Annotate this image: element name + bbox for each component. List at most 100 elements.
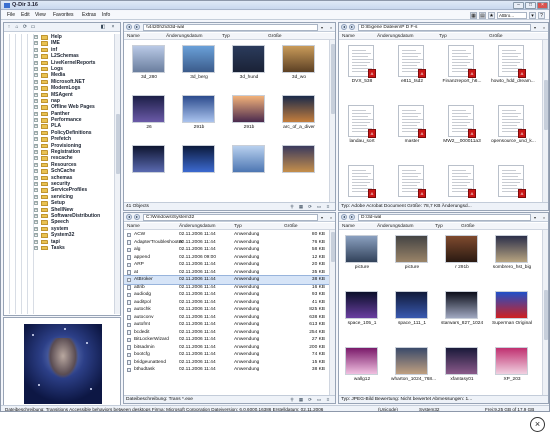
tree-drive-icon[interactable]: ▭ (30, 24, 36, 30)
expand-icon[interactable]: + (34, 143, 38, 148)
tree-item[interactable]: + Tasks (4, 245, 120, 251)
expand-icon[interactable]: + (34, 35, 38, 39)
folder-icon[interactable]: ▭ (316, 397, 322, 403)
expand-icon[interactable]: + (34, 54, 38, 59)
table-row[interactable]: append 02.11.2006 09:00 Anwendung 12 KB (124, 254, 335, 262)
favorites-icon[interactable]: ★ (488, 12, 495, 19)
back-icon[interactable]: ◂ (341, 24, 347, 30)
menu-extras[interactable]: Extras (82, 12, 96, 18)
expand-icon[interactable]: + (34, 169, 38, 174)
pane2-close-icon[interactable]: × (541, 24, 547, 31)
pane3-scroll-thumb[interactable] (331, 232, 335, 262)
tree-scroll-thumb[interactable] (116, 114, 120, 174)
table-row[interactable]: AtBroker 02.11.2006 11:44 Anwendung 38 KB (124, 275, 335, 285)
refresh-icon[interactable]: ⟳ (307, 204, 313, 210)
expand-icon[interactable]: + (34, 66, 38, 71)
menu-icon[interactable]: ≡ (325, 204, 331, 210)
table-row[interactable]: autofmt 02.11.2006 11:44 Anwendung 613 KB (124, 321, 335, 329)
expand-icon[interactable]: + (34, 188, 38, 193)
pane3-close-icon[interactable]: × (328, 214, 334, 221)
menu-info[interactable]: Info (102, 12, 110, 18)
expand-icon[interactable]: + (34, 79, 38, 84)
menu-edit[interactable]: Edit (21, 12, 30, 18)
refresh-icon[interactable]: ⟳ (307, 397, 313, 403)
table-row[interactable]: bridgeunattend 02.11.2006 11:44 Anwendung 1… (124, 359, 335, 367)
expand-icon[interactable]: + (34, 194, 38, 199)
folder-icon[interactable]: ▭ (316, 204, 322, 210)
pane2-dropdown-icon[interactable]: ▾ (532, 24, 538, 31)
forward-icon[interactable]: ▸ (134, 214, 140, 220)
pane4-scroll-thumb[interactable] (544, 290, 548, 340)
back-icon[interactable]: ◂ (126, 214, 132, 220)
col-type[interactable]: Typ (439, 33, 447, 40)
table-row[interactable]: audiodg 02.11.2006 11:44 Anwendung 93 KB (124, 291, 335, 299)
filter-icon[interactable]: ⚲ (289, 204, 295, 210)
close-window-button[interactable]: × (537, 2, 548, 9)
pane4-close-icon[interactable]: × (541, 214, 547, 221)
pane2-path[interactable]: D:\Eigene Dateien\P D F-s (358, 24, 531, 31)
col-date[interactable]: Änderungsdatum (179, 223, 216, 230)
expand-icon[interactable]: + (34, 181, 38, 186)
layout-icon[interactable]: ▦ (470, 12, 477, 19)
tree-pin-icon[interactable]: ◧ (100, 24, 106, 30)
col-size[interactable]: Größe (461, 223, 475, 230)
table-row[interactable]: ARP 02.11.2006 11:44 Anwendung 20 KB (124, 261, 335, 269)
maximize-button[interactable]: □ (525, 2, 536, 9)
expand-icon[interactable]: + (34, 41, 38, 46)
pane4-scrollbar[interactable] (542, 230, 548, 396)
tree-close-icon[interactable]: × (110, 24, 116, 30)
pane2-scrollbar[interactable] (542, 40, 548, 203)
pane3-path[interactable]: C:\Windows\System32 (143, 214, 318, 221)
table-row[interactable]: alg 02.11.2006 11:44 Anwendung 58 KB (124, 246, 335, 254)
tree-refresh-icon[interactable]: ⟳ (22, 24, 28, 30)
pane3-scrollbar[interactable] (329, 230, 335, 396)
expand-icon[interactable]: + (34, 130, 38, 135)
expand-icon[interactable]: + (34, 86, 38, 91)
dropdown-icon[interactable]: ▾ (529, 12, 536, 19)
table-row[interactable]: bitsadmin 02.11.2006 11:44 Anwendung 200 KB (124, 344, 335, 352)
close-icon[interactable]: × (530, 417, 545, 432)
expand-icon[interactable]: + (34, 47, 38, 52)
expand-icon[interactable]: + (34, 162, 38, 167)
expand-icon[interactable]: + (34, 105, 38, 110)
pane1-scroll-thumb[interactable] (331, 44, 335, 114)
expand-icon[interactable]: + (34, 124, 38, 129)
pane2-scroll-thumb[interactable] (544, 80, 548, 130)
expand-icon[interactable]: + (34, 207, 38, 212)
expand-icon[interactable]: + (34, 226, 38, 231)
expand-icon[interactable]: + (34, 220, 38, 225)
pane1-scrollbar[interactable] (329, 40, 335, 203)
pane1-dropdown-icon[interactable]: ▾ (319, 24, 325, 31)
expand-icon[interactable]: + (34, 60, 38, 65)
expand-icon[interactable]: + (34, 201, 38, 206)
table-row[interactable]: bthudtask 02.11.2006 11:44 Anwendung 38 KB (124, 366, 335, 374)
col-date[interactable]: Änderungsdatum (166, 33, 203, 40)
col-type[interactable]: Typ (234, 223, 242, 230)
forward-icon[interactable]: ▸ (349, 214, 355, 220)
col-name[interactable]: Name (342, 33, 355, 40)
pane4-dropdown-icon[interactable]: ▾ (532, 214, 538, 221)
minimize-button[interactable]: – (513, 2, 524, 9)
expand-icon[interactable]: + (34, 156, 38, 161)
col-size[interactable]: Größe (284, 223, 298, 230)
pane1-close-icon[interactable]: × (328, 24, 334, 31)
table-row[interactable]: autoconv 02.11.2006 11:44 Anwendung 638 KB (124, 314, 335, 322)
expand-icon[interactable]: + (34, 118, 38, 123)
expand-icon[interactable]: + (34, 245, 38, 250)
back-icon[interactable]: ◂ (126, 24, 132, 30)
filter-icon[interactable]: ⚲ (289, 397, 295, 403)
menu-favorites[interactable]: Favorites (53, 12, 74, 18)
col-type[interactable]: Typ (435, 223, 443, 230)
col-type[interactable]: Typ (222, 33, 230, 40)
expand-icon[interactable]: + (34, 98, 38, 103)
table-row[interactable]: auditpol 02.11.2006 11:44 Anwendung 41 KB (124, 299, 335, 307)
col-size[interactable]: Größe (489, 33, 503, 40)
expand-icon[interactable]: + (34, 213, 38, 218)
tree-scrollbar[interactable] (114, 34, 120, 314)
help-icon[interactable]: ? (538, 12, 545, 19)
expand-icon[interactable]: + (34, 137, 38, 142)
expand-icon[interactable]: + (34, 239, 38, 244)
expand-icon[interactable]: + (34, 233, 38, 238)
expand-icon[interactable]: + (34, 175, 38, 180)
expand-icon[interactable]: + (34, 73, 38, 78)
